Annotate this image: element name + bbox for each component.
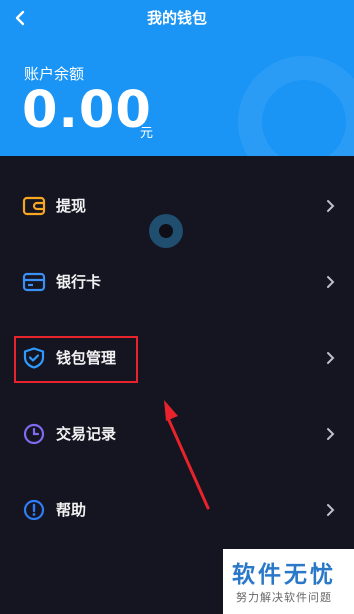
menu-item-label: 交易记录 [56, 425, 117, 443]
balance-unit: 元 [140, 126, 154, 141]
decorative-ring [238, 56, 354, 156]
chevron-right-icon [327, 276, 335, 288]
menu-item-label: 银行卡 [56, 273, 102, 291]
balance-amount: 0.00 [22, 81, 152, 140]
watermark: 软件无忧 努力解决软件问题 [223, 549, 354, 614]
menu-item-label: 提现 [56, 197, 87, 215]
page-title: 我的钱包 [146, 9, 207, 27]
watermark-title: 软件无忧 [232, 562, 336, 588]
menu-item-bank-card[interactable]: 银行卡 [0, 252, 354, 312]
annotation-highlight-box [14, 336, 138, 383]
spinner-center [159, 224, 173, 238]
chevron-right-icon [327, 352, 335, 364]
chevron-right-icon [327, 200, 335, 212]
loading-spinner-icon [149, 214, 183, 248]
wallet-header: 我的钱包 账户余额 0.00 元 [0, 0, 354, 156]
bank-card-icon [22, 272, 46, 292]
chevron-right-icon [327, 428, 335, 440]
watermark-subtitle: 努力解决软件问题 [236, 591, 332, 604]
clock-icon [23, 423, 45, 445]
chevron-right-icon [327, 504, 335, 516]
annotation-arrow-icon [164, 400, 210, 510]
menu-item-label: 帮助 [56, 501, 87, 519]
withdraw-wallet-icon [22, 196, 46, 216]
exclamation-circle-icon [23, 499, 45, 521]
